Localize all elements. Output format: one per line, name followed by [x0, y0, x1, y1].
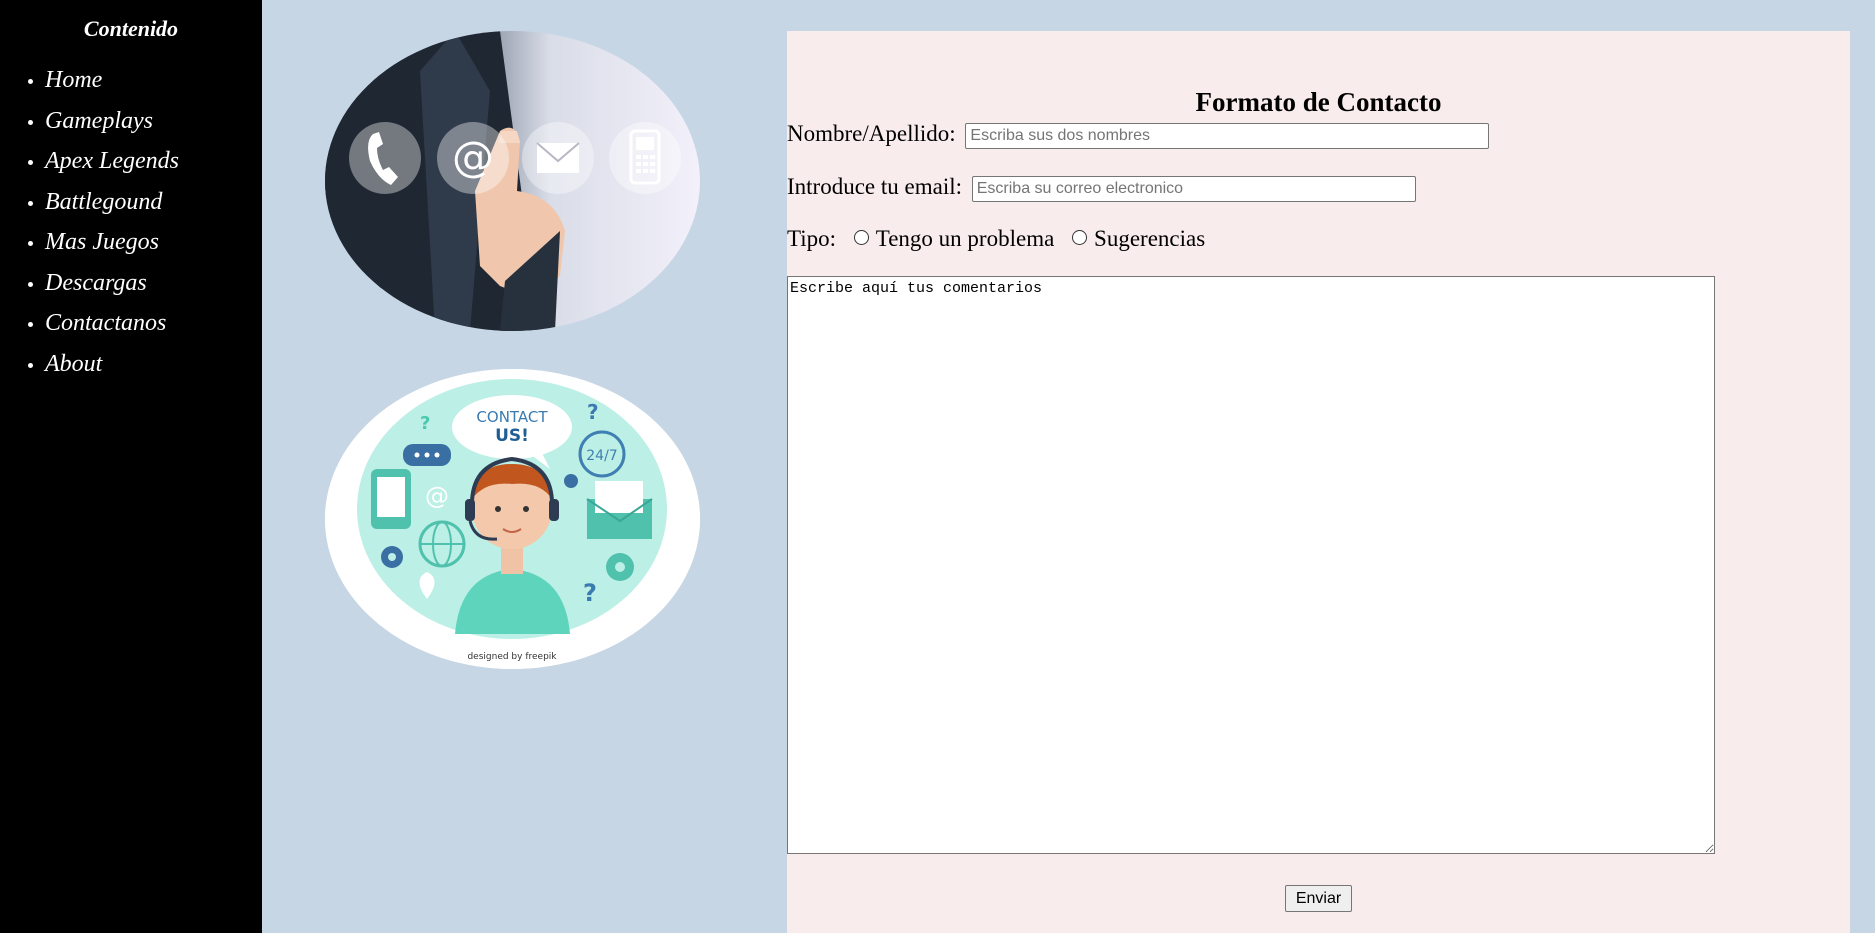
at-sign-icon: @	[437, 122, 509, 194]
radio-problem-label: Tengo un problema	[875, 226, 1055, 251]
name-label: Nombre/Apellido:	[787, 121, 956, 146]
sidebar-link-mas-juegos[interactable]: Mas Juegos	[45, 229, 159, 255]
smartphone-icon	[371, 469, 411, 529]
email-input[interactable]	[971, 175, 1416, 202]
chat-icon	[403, 444, 451, 466]
radio-problem[interactable]	[853, 230, 869, 246]
at-sign-icon: @	[425, 482, 449, 510]
gear-icon	[606, 553, 634, 581]
send-button[interactable]: Enviar	[1285, 885, 1352, 912]
sidebar-link-about[interactable]: About	[45, 351, 102, 377]
sidebar-link-apex-legends[interactable]: Apex Legends	[45, 148, 179, 174]
sidebar-link-contactanos[interactable]: Contactanos	[45, 310, 166, 336]
question-icon: ?	[420, 413, 430, 434]
sidebar-link-battlegound[interactable]: Battlegound	[45, 189, 162, 215]
tipo-row: Tipo: Tengo un problema Sugerencias	[787, 226, 1205, 252]
name-row: Nombre/Apellido:	[787, 121, 1490, 149]
contact-us-image: CONTACT US! 24/7 ? ? ? @ designed by fre…	[325, 369, 700, 669]
sidebar-menu: Home Gameplays Apex Legends Battlegound …	[0, 60, 262, 384]
comments-textarea[interactable]: Escribe aquí tus comentarios	[787, 276, 1715, 854]
svg-text:@: @	[452, 132, 494, 181]
gear-icon	[381, 546, 403, 568]
sidebar-item-gameplays: Gameplays	[45, 101, 262, 142]
sidebar-item-mas-juegos: Mas Juegos	[45, 222, 262, 263]
badge-24-7: 24/7	[586, 448, 617, 464]
sidebar-link-gameplays[interactable]: Gameplays	[45, 108, 153, 134]
email-row: Introduce tu email:	[787, 174, 1416, 202]
sidebar-title: Contenido	[83, 16, 179, 41]
form-title: Formato de Contacto	[1195, 87, 1442, 117]
image-credit: designed by freepik	[467, 652, 557, 662]
envelope-icon	[522, 122, 594, 194]
phone-icon	[349, 122, 421, 194]
email-label: Introduce tu email:	[787, 174, 962, 199]
business-contact-illustration: @	[325, 31, 700, 331]
sidebar-link-home[interactable]: Home	[45, 67, 102, 93]
sidebar-link-descargas[interactable]: Descargas	[45, 270, 147, 296]
headset-icon	[465, 499, 475, 521]
question-icon: ?	[583, 579, 597, 607]
mail-icon	[586, 481, 653, 539]
sidebar-item-home: Home	[45, 60, 262, 101]
radio-suggestions[interactable]	[1072, 230, 1088, 246]
sidebar-item-descargas: Descargas	[45, 263, 262, 304]
question-icon: ?	[587, 400, 599, 424]
contact-icons-image: @	[325, 31, 700, 331]
sidebar-item-contactanos: Contactanos	[45, 303, 262, 344]
us-text: US!	[495, 426, 529, 446]
contact-us-illustration: CONTACT US! 24/7 ? ? ? @ designed by fre…	[325, 369, 700, 669]
sidebar-item-battlegound: Battlegound	[45, 182, 262, 223]
gear-icon	[564, 474, 578, 488]
mobile-phone-icon	[609, 122, 681, 194]
sidebar-item-apex-legends: Apex Legends	[45, 141, 262, 182]
contact-form-panel: Formato de Contacto Nombre/Apellido: Int…	[787, 31, 1850, 933]
radio-suggestions-label: Sugerencias	[1094, 226, 1206, 251]
tipo-label: Tipo:	[787, 226, 837, 251]
contact-text: CONTACT	[476, 408, 548, 426]
sidebar: Contenido Home Gameplays Apex Legends Ba…	[0, 0, 262, 933]
sidebar-item-about: About	[45, 344, 262, 385]
name-input[interactable]	[965, 122, 1490, 149]
